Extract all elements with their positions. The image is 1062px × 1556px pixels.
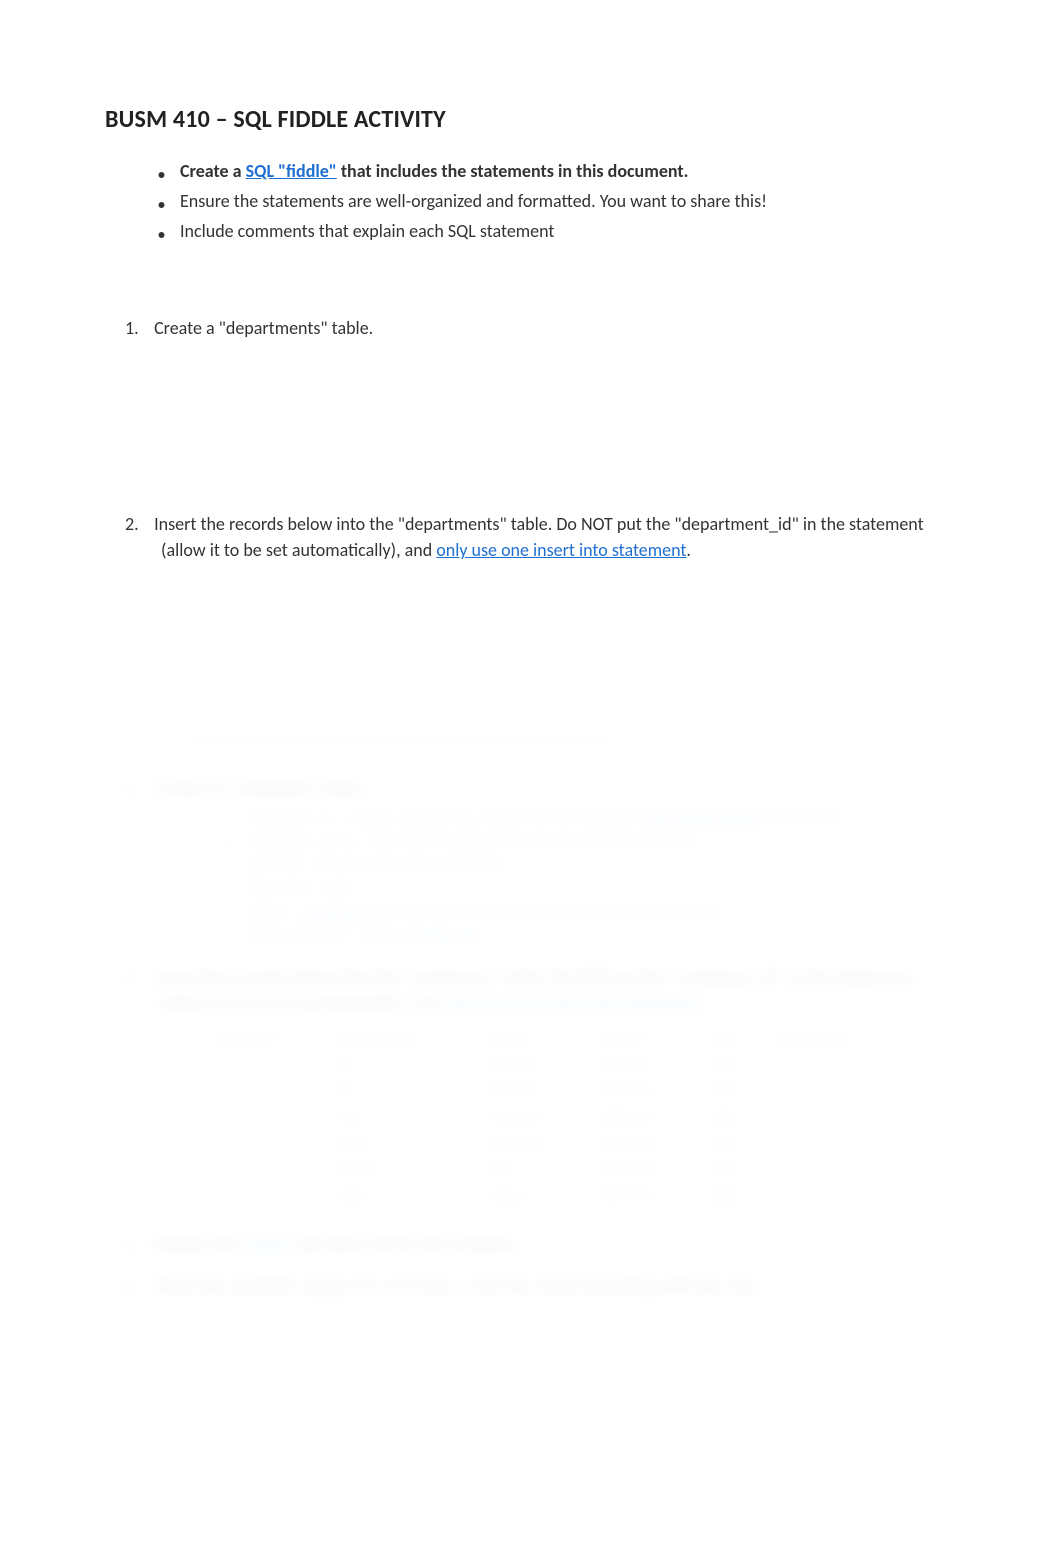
text: that includes the statements in this doc… xyxy=(341,160,689,182)
document-page: BUSM 410 – SQL FIDDLE ACTIVITY Create a … xyxy=(0,0,1062,1556)
insert-into-link[interactable]: only use one insert into statement xyxy=(436,539,686,561)
list-number: 2. xyxy=(125,511,150,537)
preview-cover-overlay xyxy=(98,745,967,1496)
text: Create a xyxy=(180,160,242,182)
list-number: 1. xyxy=(125,315,150,341)
intro-bullets: Create a SQL "fiddle" that includes the … xyxy=(105,158,957,245)
question-text: Create a "departments" table. xyxy=(154,317,373,339)
intro-item-1: Create a SQL "fiddle" that includes the … xyxy=(160,158,957,185)
question-text: Insert the records below into the "depar… xyxy=(154,513,924,561)
intro-item-3: Include comments that explain each SQL s… xyxy=(160,218,957,245)
question-2: 2. Insert the records below into the "de… xyxy=(125,511,957,563)
question-1: 1. Create a "departments" table. xyxy=(125,315,957,341)
intro-item-2: Ensure the statements are well-organized… xyxy=(160,188,957,215)
sql-fiddle-link[interactable]: SQL "fiddle" xyxy=(246,160,337,182)
page-title: BUSM 410 – SQL FIDDLE ACTIVITY xyxy=(105,105,957,134)
text: . xyxy=(686,539,691,561)
question-list: 1. Create a "departments" table. 2. Inse… xyxy=(105,315,957,563)
